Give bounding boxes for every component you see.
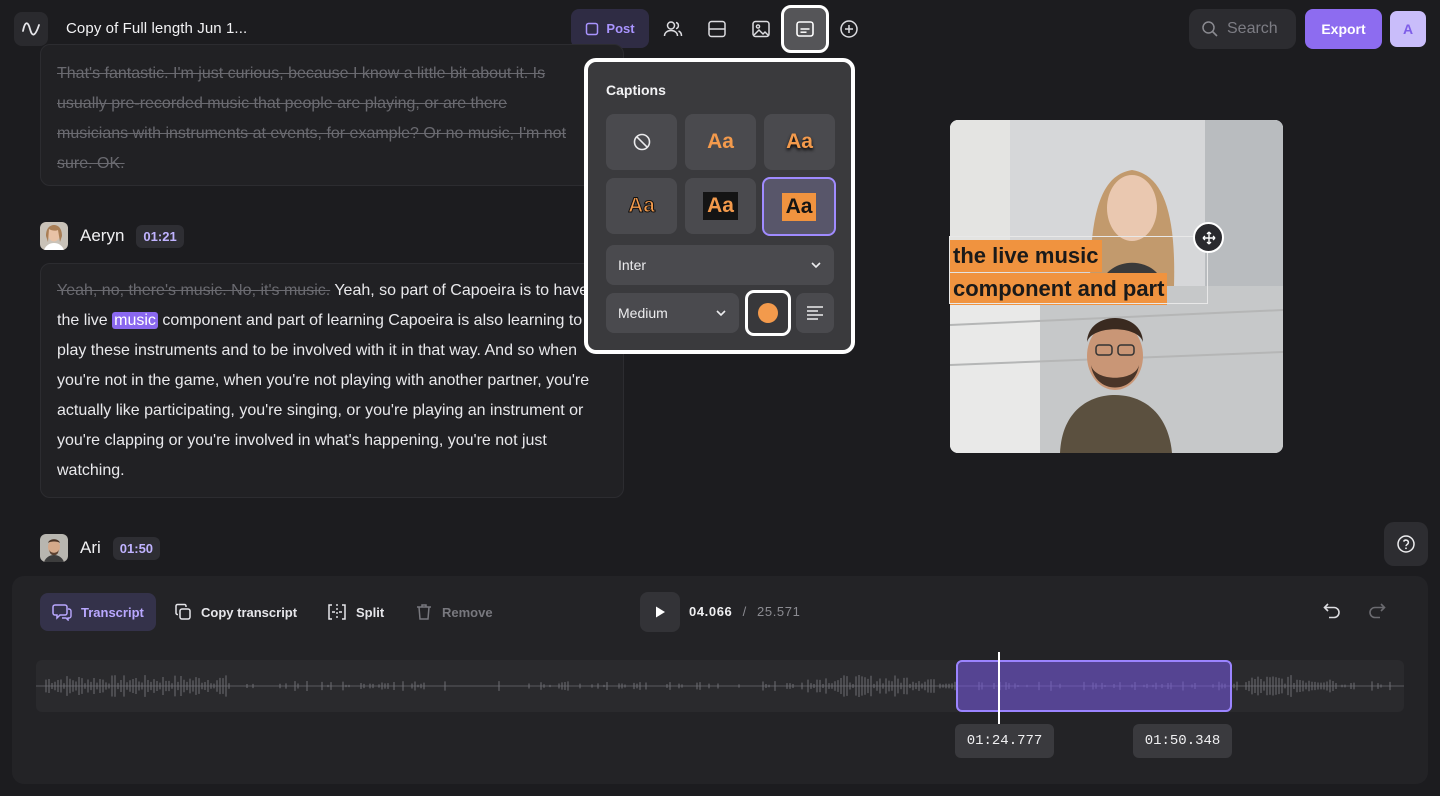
time-separator: / xyxy=(742,604,747,619)
caption-style-shadow[interactable]: Aa xyxy=(764,114,835,170)
no-symbol-icon xyxy=(633,133,650,151)
plus-circle-icon xyxy=(840,20,858,38)
speaker-timestamp[interactable]: 01:21 xyxy=(136,224,184,248)
copy-icon xyxy=(175,603,191,620)
copy-transcript-button[interactable]: Copy transcript xyxy=(162,593,309,631)
undo-icon xyxy=(1323,603,1340,619)
captions-tool-button[interactable] xyxy=(781,5,829,53)
chat-icon xyxy=(52,604,72,621)
help-icon xyxy=(1397,535,1415,553)
caption-style-dark-box[interactable]: Aa xyxy=(685,178,756,234)
search-input[interactable]: Search xyxy=(1189,9,1296,49)
text-align-button[interactable] xyxy=(796,293,834,333)
play-icon xyxy=(656,606,665,618)
selection-end-time[interactable]: 01:50.348 xyxy=(1133,724,1232,758)
caption-style-filled-box[interactable]: Aa xyxy=(762,177,836,236)
remove-label: Remove xyxy=(442,604,493,620)
transcript-line: That's fantastic. I'm just curious, beca… xyxy=(57,65,546,82)
avatar xyxy=(40,222,68,250)
highlighted-word[interactable]: music xyxy=(112,312,158,329)
caption-style-plain[interactable]: Aa xyxy=(685,114,756,170)
chevron-down-icon xyxy=(716,310,726,317)
remove-button[interactable]: Remove xyxy=(403,593,505,631)
removed-text[interactable]: Yeah, no, there's music. No, it's music. xyxy=(57,282,330,299)
export-button[interactable]: Export xyxy=(1305,9,1382,49)
color-swatch xyxy=(758,303,778,323)
undo-button[interactable] xyxy=(1322,600,1342,625)
caption-style-none[interactable] xyxy=(606,114,677,170)
transcript-button[interactable]: Transcript xyxy=(40,593,156,631)
layout-icon xyxy=(708,20,726,38)
redo-button[interactable] xyxy=(1367,600,1387,625)
transcript-text[interactable]: component and part of learning Capoeira … xyxy=(57,312,589,479)
post-button[interactable]: Post xyxy=(571,9,649,48)
transcript-line: musicians with instruments at events, fo… xyxy=(57,125,567,142)
speaker-header-ari: Ari 01:50 xyxy=(40,534,161,562)
redo-icon xyxy=(1369,603,1386,619)
chevron-down-icon xyxy=(811,262,821,269)
split-label: Split xyxy=(356,604,385,620)
help-button[interactable] xyxy=(1384,522,1428,566)
post-label: Post xyxy=(606,21,635,36)
current-time: 04.066 xyxy=(689,604,733,619)
square-icon xyxy=(586,22,599,35)
media-tool-button[interactable] xyxy=(744,12,778,46)
size-value: Medium xyxy=(618,305,668,321)
copy-transcript-label: Copy transcript xyxy=(201,604,298,620)
speaker-name[interactable]: Ari xyxy=(80,538,101,558)
size-select[interactable]: Medium xyxy=(606,293,739,333)
transcript-block-previous[interactable]: That's fantastic. I'm just curious, beca… xyxy=(40,44,624,186)
selection-start-time[interactable]: 01:24.777 xyxy=(955,724,1054,758)
trash-icon xyxy=(417,604,431,620)
speakers-tool-button[interactable] xyxy=(656,12,690,46)
speaker-timestamp[interactable]: 01:50 xyxy=(112,536,161,560)
user-avatar[interactable]: A xyxy=(1390,11,1426,47)
search-placeholder: Search xyxy=(1227,20,1278,37)
play-button[interactable] xyxy=(640,592,680,632)
captions-popover: Captions Aa Aa Aa Aa Aa Inter Medium xyxy=(584,58,855,354)
document-title[interactable]: Copy of Full length Jun 1... xyxy=(66,20,247,37)
layout-tool-button[interactable] xyxy=(700,12,734,46)
speaker-header-aeryn: Aeryn 01:21 xyxy=(40,222,184,250)
avatar xyxy=(40,534,68,562)
move-icon[interactable] xyxy=(1193,222,1224,253)
transcript-label: Transcript xyxy=(81,604,144,620)
captions-icon xyxy=(796,21,814,37)
split-button[interactable]: Split xyxy=(315,593,396,631)
split-icon xyxy=(328,604,346,620)
add-tool-button[interactable] xyxy=(832,12,866,46)
users-icon xyxy=(663,21,683,37)
speaker-name[interactable]: Aeryn xyxy=(80,226,124,246)
playback-time: 04.066 / 25.571 xyxy=(689,604,800,619)
align-left-icon xyxy=(807,306,823,320)
caption-selection-frame[interactable] xyxy=(949,236,1208,304)
timeline-panel: Transcript Copy transcript Split Remove … xyxy=(12,576,1428,784)
caption-color-button[interactable] xyxy=(745,290,791,336)
style-sample: Aa xyxy=(781,192,817,221)
logo-icon[interactable] xyxy=(14,12,48,46)
font-value: Inter xyxy=(618,257,647,273)
total-duration: 25.571 xyxy=(757,604,801,619)
style-sample: Aa xyxy=(703,192,738,220)
caption-style-outline[interactable]: Aa xyxy=(606,178,677,234)
popover-title: Captions xyxy=(606,82,666,98)
font-select[interactable]: Inter xyxy=(606,245,834,285)
transcript-block-aeryn[interactable]: Yeah, no, there's music. No, it's music.… xyxy=(40,263,624,498)
transcript-line: usually pre-recorded music that people a… xyxy=(57,95,508,112)
image-icon xyxy=(752,20,770,38)
search-icon xyxy=(1202,21,1218,37)
transcript-line: sure. OK. xyxy=(57,155,125,172)
